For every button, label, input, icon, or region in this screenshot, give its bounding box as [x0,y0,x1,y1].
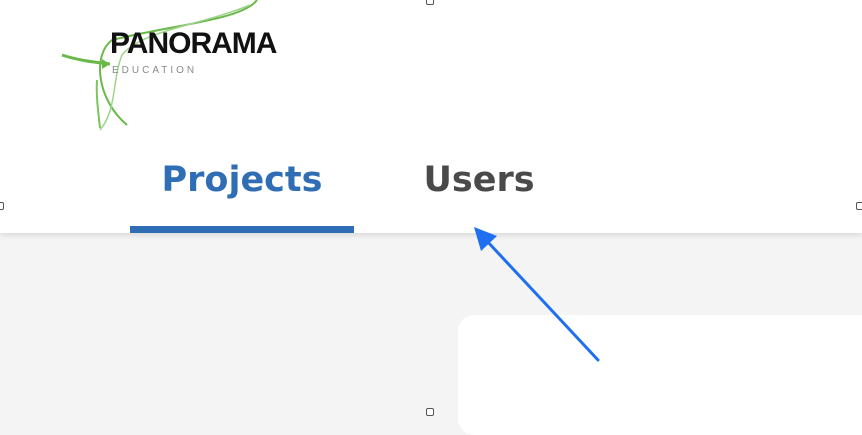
app-header: PANORAMA EDUCATION Projects Users [0,0,862,233]
selection-handle-top [426,0,434,5]
tab-users[interactable]: Users [404,160,554,234]
selection-handle-right [856,202,862,210]
active-tab-indicator [130,226,354,233]
tab-projects[interactable]: Projects [130,160,354,234]
selection-handle-bottom [426,408,434,416]
logo-wordmark: PANORAMA [110,27,277,60]
logo-subtitle: EDUCATION [112,65,198,76]
selection-handle-left [0,202,4,210]
content-card [458,315,862,435]
